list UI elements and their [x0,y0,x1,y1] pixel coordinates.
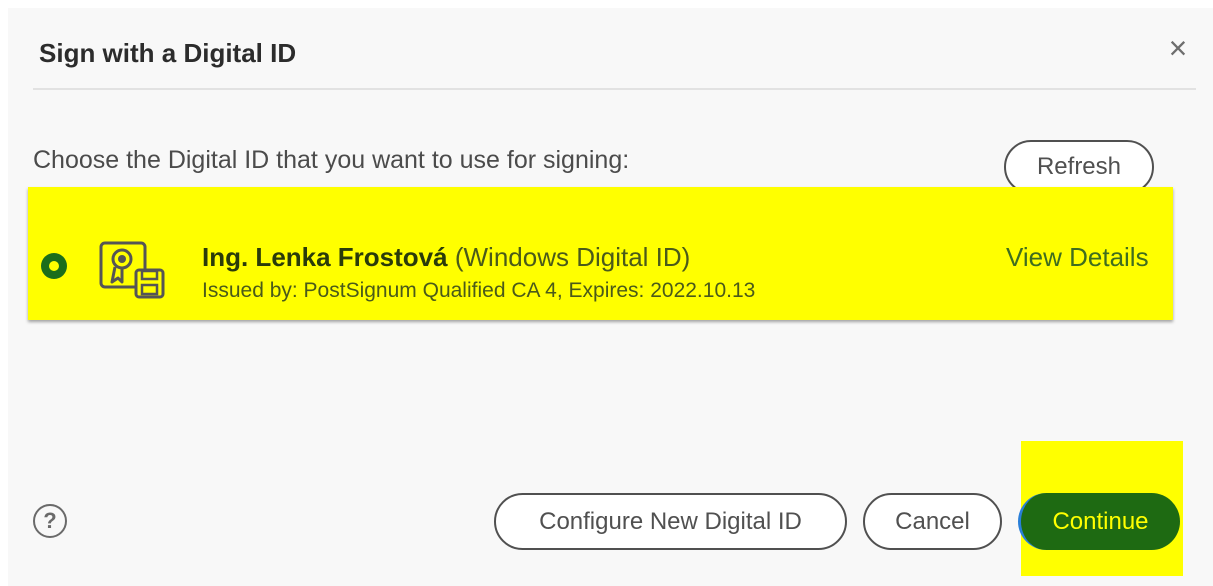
help-icon[interactable]: ? [33,504,67,538]
instruction-text: Choose the Digital ID that you want to u… [33,146,630,174]
header-divider [33,88,1196,90]
digital-id-type: (Windows Digital ID) [454,242,691,272]
digital-id-name-line: Ing. Lenka Frostová (Windows Digital ID) [202,242,690,273]
view-details-link[interactable]: View Details [1006,242,1149,273]
continue-button[interactable]: Continue [1018,493,1180,550]
digital-id-issuer: Issued by: PostSignum Qualified CA 4, Ex… [202,279,756,302]
configure-new-digital-id-button[interactable]: Configure New Digital ID [494,493,847,550]
selected-radio-button[interactable] [41,253,67,279]
digital-id-name: Ing. Lenka Frostová [202,242,448,272]
refresh-button[interactable]: Refresh [1004,140,1154,194]
cancel-button[interactable]: Cancel [863,493,1002,550]
close-icon[interactable]: × [1162,32,1194,64]
digital-id-list-item[interactable]: Ing. Lenka Frostová (Windows Digital ID)… [28,187,1173,320]
certificate-icon [99,241,165,299]
dialog-title: Sign with a Digital ID [39,38,297,68]
